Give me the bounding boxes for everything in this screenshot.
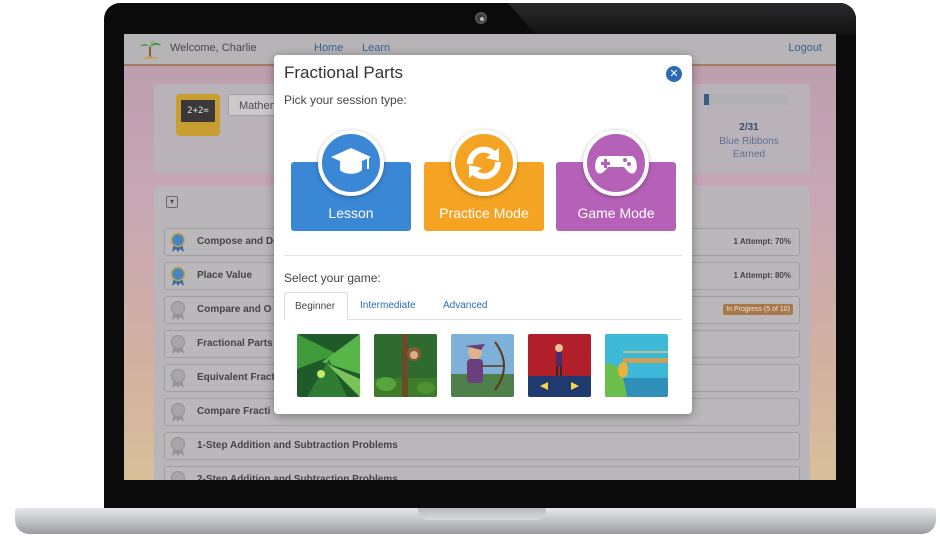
practice-mode-label: Practice Mode: [439, 205, 529, 221]
game-thumbnail-bridge[interactable]: [605, 334, 668, 397]
section-divider: [284, 255, 682, 256]
refresh-icon[interactable]: [451, 130, 517, 196]
lid-glare: [508, 3, 856, 35]
tab-beginner[interactable]: Beginner: [284, 292, 348, 320]
webcam-icon: [475, 12, 487, 24]
laptop-notch: [418, 508, 546, 520]
session-prompt: Pick your session type:: [284, 93, 407, 107]
modal-title: Fractional Parts: [284, 63, 404, 82]
game-mode-label: Game Mode: [577, 205, 655, 221]
select-game-label: Select your game:: [284, 271, 381, 285]
gamepad-icon[interactable]: [583, 130, 649, 196]
leaf-scene-icon: [297, 334, 360, 397]
tab-advanced[interactable]: Advanced: [433, 292, 497, 320]
tab-intermediate[interactable]: Intermediate: [350, 292, 426, 320]
graduation-cap-icon[interactable]: [318, 130, 384, 196]
game-thumbnail-jungle-leaf[interactable]: [297, 334, 360, 397]
game-thumbnail-archer[interactable]: [451, 334, 514, 397]
bridge-scene-icon: [605, 334, 668, 397]
monkey-scene-icon: [374, 334, 437, 397]
close-icon[interactable]: ✕: [666, 66, 682, 82]
game-thumbnail-stage[interactable]: [528, 334, 591, 397]
stage-scene-icon: [528, 334, 591, 397]
lesson-label: Lesson: [328, 205, 374, 221]
archer-scene-icon: [451, 334, 514, 397]
game-thumbnail-monkey[interactable]: [374, 334, 437, 397]
session-modal: Fractional Parts ✕ Pick your session typ…: [274, 55, 692, 414]
